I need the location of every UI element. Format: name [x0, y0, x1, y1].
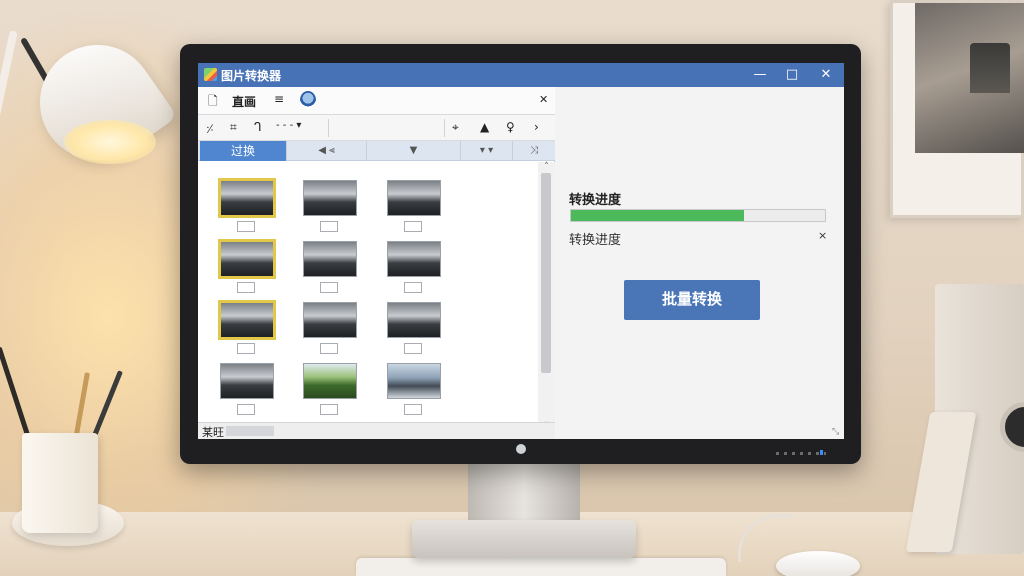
- thumbnail-item[interactable]: [301, 239, 361, 299]
- speaker-cone: [1000, 402, 1024, 452]
- title-bar: 图片转换器 — □ ✕: [198, 63, 844, 87]
- app-logo-icon: [204, 68, 217, 81]
- thumbnail-checkbox[interactable]: [404, 221, 422, 232]
- app-window: 图片转换器 — □ ✕ 🗋 直画 ≡ ✕ ⸓ ⌗ ᒉ - - - ▾ ⌖ ▲ ♀…: [198, 63, 844, 439]
- minimize-button[interactable]: —: [745, 65, 775, 85]
- primary-toolbar: 🗋 直画 ≡ ✕: [198, 87, 555, 115]
- monitor-buttons: [776, 452, 826, 455]
- status-label: 某旺: [202, 426, 224, 439]
- mouse: [776, 551, 860, 576]
- maximize-button[interactable]: □: [777, 65, 807, 85]
- conversion-pane: 转换进度 转换进度 × 批量转换 ⤡: [556, 87, 844, 439]
- thumbnail-checkbox[interactable]: [320, 282, 338, 293]
- close-button[interactable]: ✕: [811, 65, 841, 85]
- secondary-toolbar: ⸓ ⌗ ᒉ - - - ▾ ⌖ ▲ ♀ ›: [198, 115, 555, 141]
- status-bar: 某旺: [198, 422, 555, 439]
- pane-close-icon[interactable]: ✕: [539, 93, 548, 106]
- toolbar-divider: [444, 119, 445, 137]
- list-icon[interactable]: ≡: [274, 92, 284, 106]
- vertical-scrollbar[interactable]: ˄ ˅: [538, 162, 555, 434]
- progress-bar: [570, 209, 826, 222]
- toolbar-divider: [328, 119, 329, 137]
- thumbnail-item[interactable]: [385, 361, 445, 421]
- thumbnail-image[interactable]: [303, 180, 357, 216]
- window-title: 图片转换器: [221, 69, 282, 83]
- thumbnail-item[interactable]: [218, 239, 278, 299]
- stamp-icon[interactable]: ▲: [480, 120, 489, 134]
- thumbnail-checkbox[interactable]: [404, 282, 422, 293]
- thumbnail-item[interactable]: [385, 239, 445, 299]
- thumbnail-checkbox[interactable]: [237, 282, 255, 293]
- nav-back-button[interactable]: ◀ ⫷: [286, 141, 366, 161]
- thumbnail-image[interactable]: [218, 178, 276, 218]
- thumbnail-checkbox[interactable]: [320, 343, 338, 354]
- thumbnail-image[interactable]: [218, 239, 276, 279]
- rotate-icon[interactable]: ᒉ: [254, 120, 262, 134]
- grid-icon[interactable]: ⌗: [230, 120, 237, 135]
- thumbnail-item[interactable]: [385, 300, 445, 360]
- thumbnail-image[interactable]: [387, 302, 441, 338]
- status-indicator: [226, 426, 274, 436]
- thumbnail-image[interactable]: [303, 363, 357, 399]
- framed-photo: [915, 3, 1024, 153]
- thumbnail-item[interactable]: [301, 178, 361, 238]
- shuffle-icon[interactable]: ⤨: [512, 141, 555, 161]
- monitor-neck: [468, 462, 580, 528]
- sort-dropdown[interactable]: ▾ ▾: [460, 141, 512, 161]
- thumbnail-image[interactable]: [303, 302, 357, 338]
- batch-convert-button[interactable]: 批量转换: [624, 280, 760, 320]
- thumbnail-item[interactable]: [385, 178, 445, 238]
- lamp-bulb: [64, 120, 156, 164]
- progress-status-label: 转换进度: [569, 233, 622, 248]
- progress-fill: [571, 210, 744, 221]
- thumbnail-checkbox[interactable]: [237, 404, 255, 415]
- progress-close-icon[interactable]: ×: [818, 229, 827, 242]
- resize-grip-icon[interactable]: ⤡: [832, 427, 839, 437]
- search-icon[interactable]: [300, 91, 316, 109]
- pen-cup: [22, 433, 98, 533]
- monitor-foot: [412, 520, 636, 558]
- thumbnail-checkbox[interactable]: [237, 343, 255, 354]
- scroll-up-icon[interactable]: ˄: [538, 162, 555, 172]
- file-browser-pane: 🗋 直画 ≡ ✕ ⸓ ⌗ ᒉ - - - ▾ ⌖ ▲ ♀ › 过换 ◀ ⫷ ▼ …: [198, 87, 555, 439]
- thumbnail-image[interactable]: [387, 363, 441, 399]
- tab-convert[interactable]: 过换: [200, 141, 286, 161]
- thumbnail-checkbox[interactable]: [320, 404, 338, 415]
- power-led: [820, 450, 823, 455]
- keyboard: [356, 558, 726, 576]
- thumbnail-item[interactable]: [218, 361, 278, 421]
- thumbnail-image[interactable]: [218, 300, 276, 340]
- thumbnail-grid: [198, 162, 538, 422]
- thumbnail-item[interactable]: [218, 178, 278, 238]
- thumbnail-item[interactable]: [218, 300, 278, 360]
- options-dropdown[interactable]: - - - ▾: [276, 120, 301, 131]
- thumbnail-checkbox[interactable]: [404, 404, 422, 415]
- new-file-icon[interactable]: 🗋: [208, 92, 218, 113]
- thumbnail-item[interactable]: [301, 300, 361, 360]
- monitor-logo-icon: [516, 444, 526, 454]
- thumbnail-checkbox[interactable]: [320, 221, 338, 232]
- thumbnail-item[interactable]: [301, 361, 361, 421]
- chevron-right-icon[interactable]: ›: [534, 120, 539, 134]
- target-icon[interactable]: ⌖: [452, 120, 459, 135]
- scroll-thumb[interactable]: [541, 173, 551, 373]
- thumbnail-checkbox[interactable]: [404, 343, 422, 354]
- crop-icon[interactable]: ⸓: [206, 120, 214, 137]
- thumbnail-image[interactable]: [303, 241, 357, 277]
- pin-icon[interactable]: ♀: [506, 120, 515, 134]
- view-dropdown[interactable]: ▼: [366, 141, 460, 161]
- wall-picture-frame: [890, 0, 1024, 218]
- progress-title: 转换进度: [569, 193, 622, 208]
- thumbnail-image[interactable]: [387, 180, 441, 216]
- thumbnail-checkbox[interactable]: [237, 221, 255, 232]
- tab-bar: 过换 ◀ ⫷ ▼ ▾ ▾ ⤨: [198, 141, 555, 161]
- thumbnail-image[interactable]: [220, 363, 274, 399]
- thumbnail-image[interactable]: [387, 241, 441, 277]
- view-menu-button[interactable]: 直画: [232, 93, 256, 110]
